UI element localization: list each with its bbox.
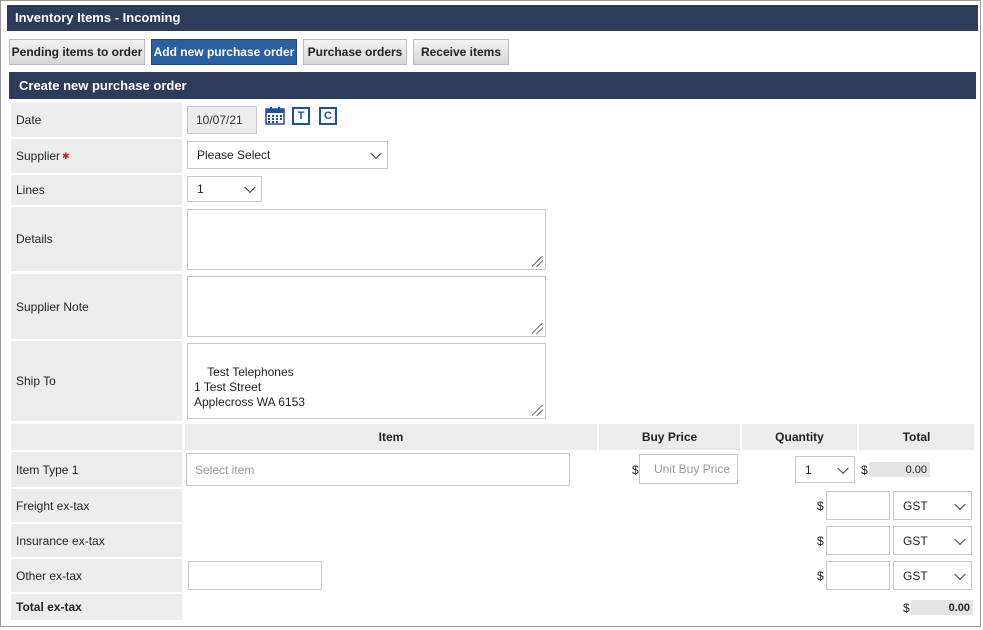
currency-symbol: $ <box>861 463 868 477</box>
column-header-item: Item <box>185 424 597 450</box>
ship-to-textarea[interactable]: Test Telephones 1 Test Street Applecross… <box>187 343 546 419</box>
insurance-amount-input[interactable] <box>826 526 890 555</box>
details-textarea[interactable] <box>187 209 546 270</box>
section-title: Create new purchase order <box>9 72 976 99</box>
item-type-label-text: Item Type 1 <box>16 462 79 477</box>
insurance-tax-select[interactable]: GST <box>893 526 972 555</box>
freight-label: Freight ex-tax <box>11 489 182 522</box>
chevron-down-icon <box>954 498 966 510</box>
ship-to-label: Ship To <box>11 341 182 421</box>
tab-receive-items[interactable]: Receive items <box>413 39 509 65</box>
clear-icon[interactable]: C <box>319 107 337 125</box>
calendar-icon[interactable] <box>265 107 285 125</box>
grand-total-value: 0.00 <box>911 600 973 615</box>
supplier-select[interactable]: Please Select <box>187 141 388 169</box>
other-description-input[interactable] <box>188 561 322 590</box>
details-label: Details <box>11 207 182 271</box>
ship-to-label-text: Ship To <box>16 374 56 388</box>
date-field[interactable]: 10/07/21 <box>187 106 257 134</box>
chevron-down-icon <box>954 568 966 580</box>
total-ex-tax-label-text: Total ex-tax <box>16 600 82 614</box>
today-icon-letter: T <box>297 110 305 122</box>
column-header-buy-price: Buy Price <box>599 424 740 450</box>
supplier-select-value: Please Select <box>197 148 271 162</box>
currency-symbol: $ <box>817 499 824 513</box>
quantity-select-value: 1 <box>805 462 812 477</box>
today-icon[interactable]: T <box>292 107 310 125</box>
unit-buy-price-placeholder: Unit Buy Price <box>654 462 731 476</box>
freight-tax-value: GST <box>903 498 928 513</box>
insurance-label: Insurance ex-tax <box>11 524 182 557</box>
item-select-placeholder: Select item <box>195 462 255 477</box>
page-title: Inventory Items - Incoming <box>7 5 978 31</box>
required-icon: ✱ <box>62 150 70 161</box>
currency-symbol: $ <box>903 601 910 615</box>
item-type-label: Item Type 1 <box>11 452 182 487</box>
freight-tax-select[interactable]: GST <box>893 491 972 520</box>
supplier-note-label-text: Supplier Note <box>16 299 89 314</box>
date-label: Date <box>11 103 182 137</box>
item-select-input[interactable]: Select item <box>186 453 570 486</box>
chevron-down-icon <box>244 181 256 194</box>
supplier-label: Supplier ✱ <box>11 139 182 173</box>
clear-icon-letter: C <box>324 110 332 122</box>
insurance-label-text: Insurance ex-tax <box>16 533 105 548</box>
tab-pending-items[interactable]: Pending items to order <box>9 39 145 65</box>
date-label-text: Date <box>16 113 42 127</box>
line-total: 0.00 <box>869 462 930 477</box>
chevron-down-icon <box>837 462 849 474</box>
other-tax-select[interactable]: GST <box>893 561 972 590</box>
supplier-label-text: Supplier <box>16 149 61 163</box>
supplier-note-label: Supplier Note <box>11 274 182 339</box>
other-tax-value: GST <box>903 568 928 583</box>
insurance-tax-value: GST <box>903 533 928 548</box>
currency-symbol: $ <box>817 534 824 548</box>
freight-label-text: Freight ex-tax <box>16 498 90 513</box>
tab-purchase-orders[interactable]: Purchase orders <box>303 39 407 65</box>
chevron-down-icon <box>954 533 966 545</box>
other-label: Other ex-tax <box>11 559 182 592</box>
chevron-down-icon <box>370 147 382 160</box>
lines-label-text: Lines <box>16 183 45 197</box>
window-frame: Inventory Items - Incoming Pending items… <box>0 0 981 627</box>
ship-to-value: Test Telephones 1 Test Street Applecross… <box>194 365 305 409</box>
total-ex-tax-label: Total ex-tax <box>11 594 182 620</box>
unit-buy-price-input[interactable]: Unit Buy Price <box>639 454 738 484</box>
lines-select[interactable]: 1 <box>187 176 262 202</box>
lines-label: Lines <box>11 175 182 205</box>
quantity-select[interactable]: 1 <box>795 456 855 483</box>
details-label-text: Details <box>16 232 53 246</box>
lines-select-value: 1 <box>197 182 204 196</box>
resize-grip-icon[interactable] <box>532 256 543 267</box>
resize-grip-icon[interactable] <box>532 323 543 334</box>
resize-grip-icon[interactable] <box>532 405 543 416</box>
supplier-note-textarea[interactable] <box>187 276 546 337</box>
currency-symbol: $ <box>817 569 824 583</box>
other-amount-input[interactable] <box>826 561 890 590</box>
column-header-total: Total <box>859 424 974 450</box>
freight-amount-input[interactable] <box>826 491 890 520</box>
currency-symbol: $ <box>632 463 639 477</box>
table-header-blank <box>11 424 182 450</box>
column-header-quantity: Quantity <box>742 424 857 450</box>
other-label-text: Other ex-tax <box>16 568 83 583</box>
tab-add-new-purchase-order[interactable]: Add new purchase order <box>151 39 297 65</box>
